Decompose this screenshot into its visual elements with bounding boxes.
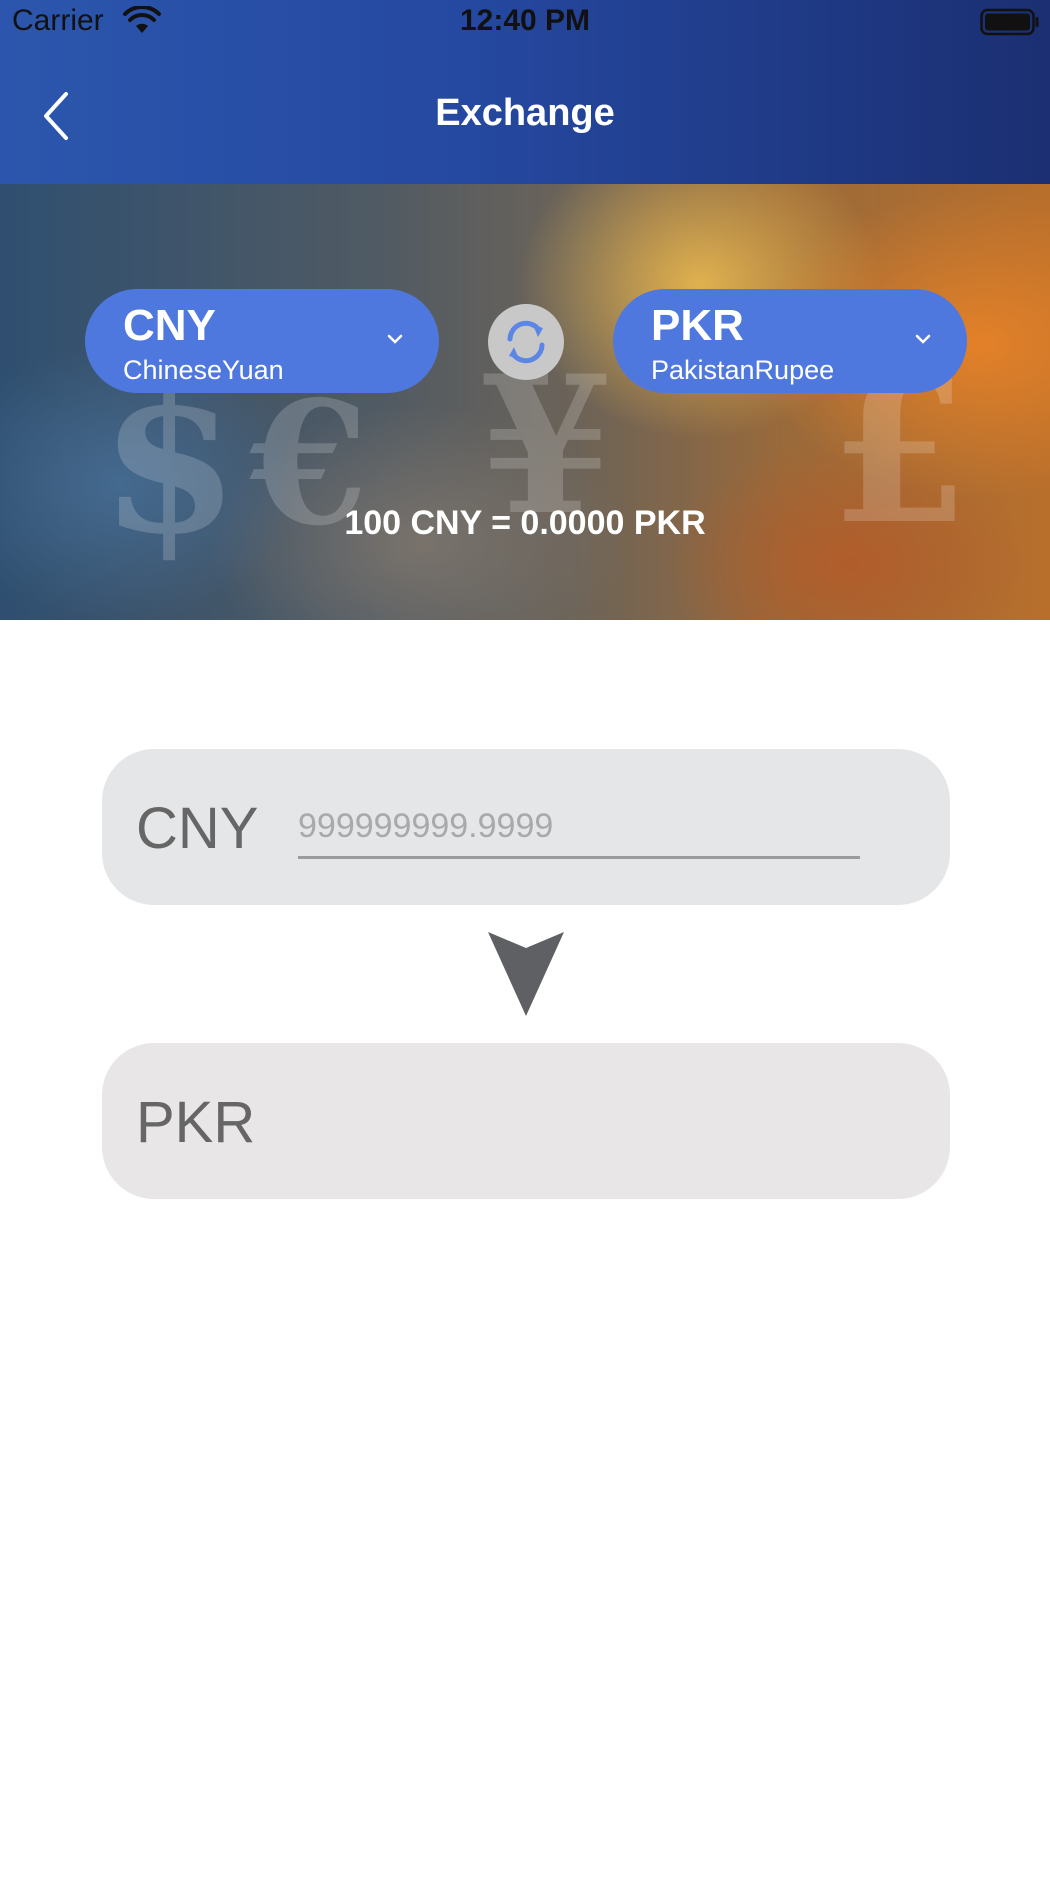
to-currency-name: PakistanRupee: [651, 355, 835, 385]
battery-icon: [980, 8, 1039, 36]
to-currency-code: PKR: [651, 301, 744, 350]
from-amount-card: CNY: [102, 749, 950, 905]
from-currency-code: CNY: [123, 301, 216, 350]
exchange-banner: $ € ¥ £ CNY ChineseYuan PKR PakistanRupe…: [0, 184, 1050, 620]
swap-currencies-button[interactable]: [488, 304, 564, 380]
from-currency-selector[interactable]: CNY ChineseYuan: [85, 289, 439, 393]
result-card: PKR: [102, 1043, 950, 1199]
page-title: Exchange: [435, 92, 615, 134]
arrow-down-icon: [488, 932, 564, 1016]
exchange-rate-text: 100 CNY = 0.0000 PKR: [344, 504, 706, 542]
chevron-down-icon: [387, 334, 403, 344]
from-currency-name: ChineseYuan: [123, 355, 284, 385]
from-amount-currency-label: CNY: [136, 796, 259, 861]
chevron-down-icon: [915, 334, 931, 344]
status-bar: Carrier 12:40 PM: [0, 0, 1050, 44]
navigation-header: Carrier 12:40 PM Exchange: [0, 0, 1050, 184]
amount-input[interactable]: [298, 797, 860, 859]
to-currency-selector[interactable]: PKR PakistanRupee: [613, 289, 967, 393]
status-time: 12:40 PM: [459, 4, 591, 37]
refresh-icon: [507, 320, 545, 364]
result-currency-label: PKR: [136, 1090, 256, 1155]
